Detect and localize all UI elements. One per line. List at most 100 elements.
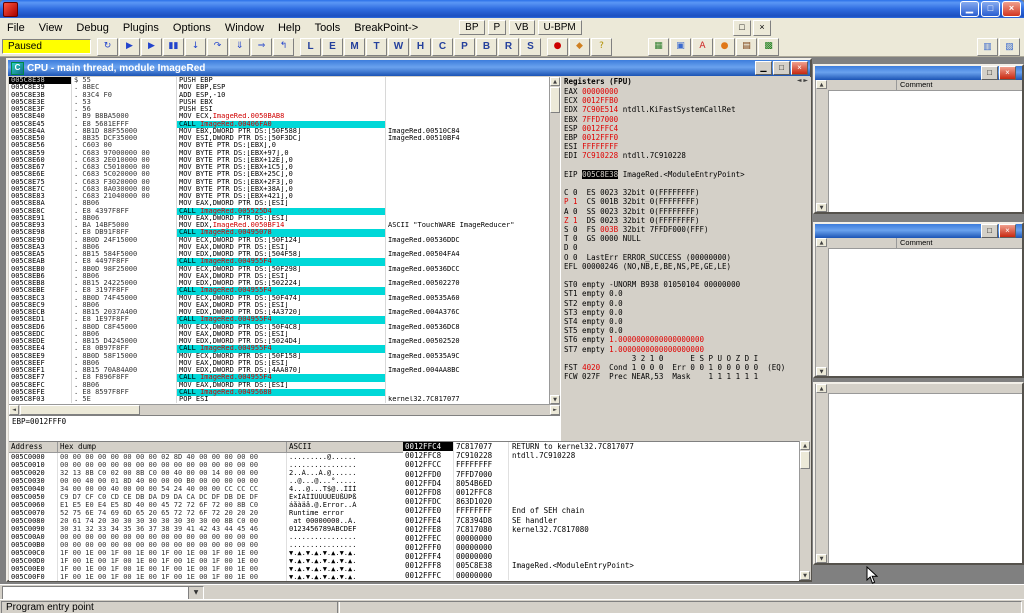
disasm-row[interactable]: 005C8E67. C683 C5010000 00MOV BYTE PTR D… — [9, 164, 549, 171]
register-line[interactable]: C 0 ES 0023 32bit 0(FFFFFFFF) — [561, 188, 811, 197]
disasm-row[interactable]: 005C8EB6. 8B06MOV EAX,DWORD PTR DS:[ESI] — [9, 273, 549, 280]
scroll-down-icon[interactable]: ▼ — [816, 554, 827, 563]
window-close-button[interactable]: × — [999, 224, 1016, 238]
dump-row[interactable]: 005C000000 00 00 00 00 00 00 00 02 8D 40… — [9, 453, 403, 461]
window-restore-button[interactable]: □ — [981, 66, 998, 80]
registers-pane[interactable]: Registers (FPU) ◄ ► EAX 00000000ECX 0012… — [560, 77, 811, 441]
dump-pane[interactable]: Address Hex dump ASCII 005C000000 00 00 … — [9, 441, 404, 581]
windows-icon[interactable]: ▣ — [670, 38, 691, 56]
appearance-icon[interactable]: ◆ — [569, 38, 590, 56]
stack-row[interactable]: 0012FFF000000000 — [403, 543, 799, 552]
scroll-up-icon[interactable]: ▲ — [550, 77, 560, 86]
stack-scrollbar[interactable]: ▲ ▼ — [799, 441, 811, 580]
disasm-row[interactable]: 005C8EE4. E8 0B97F8FFCALL ImageRed.00495… — [9, 345, 549, 352]
assembler-icon[interactable]: A — [692, 38, 713, 56]
menu-file[interactable]: File — [0, 20, 32, 36]
maximize-button[interactable]: □ — [981, 1, 1000, 17]
window-scrollbar[interactable]: ▲ ▼ — [815, 238, 829, 376]
menu-button-vb[interactable]: VB — [509, 20, 534, 35]
panel-button-h[interactable]: H — [410, 38, 431, 56]
menu-view[interactable]: View — [32, 20, 70, 36]
disasm-row[interactable]: 005C8E59. C683 97000000 00MOV BYTE PTR D… — [9, 150, 549, 157]
register-line[interactable]: ESI FFFFFFFF — [561, 142, 811, 151]
dump-row[interactable]: 005C007052 75 6E 74 69 6D 65 20 65 72 72… — [9, 509, 403, 517]
dump-row[interactable]: 005C004034 00 00 00 40 00 00 00 54 24 40… — [9, 485, 403, 493]
scroll-up-icon[interactable]: ▲ — [816, 384, 827, 393]
dump-row[interactable]: 005C00F01F 00 1E 00 1F 00 1E 00 1F 00 1E… — [9, 573, 403, 581]
stack-row[interactable]: 0012FFEC00000000 — [403, 534, 799, 543]
tile-windows-icon[interactable]: ▥ — [977, 38, 998, 56]
disasm-row[interactable]: 005C8EC3. 8B0D 74F45000MOV ECX,DWORD PTR… — [9, 295, 549, 302]
disasm-row[interactable]: 005C8E4A. 8B1D 88F55000MOV EBX,DWORD PTR… — [9, 128, 549, 135]
panel-button-r[interactable]: R — [498, 38, 519, 56]
disasm-row[interactable]: 005C8ECB. 8B15 2037A400MOV EDX,DWORD PTR… — [9, 309, 549, 316]
disasm-row[interactable]: 005C8E93. BA 14BF5000MOV EDX,ImageRed.00… — [9, 222, 549, 229]
menu-plugins[interactable]: Plugins — [116, 20, 166, 36]
register-line[interactable]: ST6 empty 1.0000000000000000000 — [561, 335, 811, 344]
stack-row[interactable]: 0012FFE0FFFFFFFFEnd of SEH chain — [403, 506, 799, 515]
scroll-right-icon[interactable]: ► — [550, 405, 560, 415]
panel-button-l[interactable]: L — [300, 38, 321, 56]
disasm-row[interactable]: 005C8E50. 8B35 DCF35000MOV ESI,DWORD PTR… — [9, 135, 549, 142]
disasm-row[interactable]: 005C8E39. 8BECMOV EBP,ESP — [9, 84, 549, 91]
disasm-row[interactable]: 005C8F03. 5EPOP ESIkernel32.7C817077 — [9, 396, 549, 403]
breakpoint-icon[interactable]: ● — [547, 38, 568, 56]
menu-button-bp[interactable]: BP — [459, 20, 484, 35]
register-line[interactable]: EDI 7C910228 ntdll.7C910228 — [561, 151, 811, 160]
cascade-windows-icon[interactable]: ▨ — [999, 38, 1020, 56]
window-scrollbar[interactable]: ▲ ▼ — [815, 80, 829, 212]
panel-button-w[interactable]: W — [388, 38, 409, 56]
panel-button-e[interactable]: E — [322, 38, 343, 56]
menu-help[interactable]: Help — [271, 20, 308, 36]
register-line[interactable] — [561, 179, 811, 188]
disasm-row[interactable]: 005C8E56. C603 00MOV BYTE PTR DS:[EBX],0 — [9, 142, 549, 149]
disasm-row[interactable]: 005C8E8A. 8B06MOV EAX,DWORD PTR DS:[ESI] — [9, 200, 549, 207]
trace-over-icon[interactable]: ⇒ — [251, 38, 272, 56]
dump-row[interactable]: 005C001000 00 00 00 00 00 00 00 00 00 00… — [9, 461, 403, 469]
register-line[interactable]: A 0 SS 0023 32bit 0(FFFFFFFF) — [561, 207, 811, 216]
stack-row[interactable]: 0012FFF8005C8E38ImageRed.<ModuleEntryPoi… — [403, 561, 799, 570]
mdi-close-button[interactable]: × — [753, 20, 771, 36]
dump-row[interactable]: 005C00E01F 00 1E 00 1F 00 1E 00 1F 00 1E… — [9, 565, 403, 573]
disasm-row[interactable]: 005C8EDC. 8B06MOV EAX,DWORD PTR DS:[ESI] — [9, 331, 549, 338]
scroll-up-icon[interactable]: ▲ — [816, 80, 827, 89]
hscroll-thumb[interactable] — [20, 405, 140, 415]
dump-row[interactable]: 005C00D01F 00 1E 00 1F 00 1E 00 1F 00 1E… — [9, 557, 403, 565]
dump-row[interactable]: 005C0060E1 E5 E0 E4 E5 8D 40 00 45 72 72… — [9, 501, 403, 509]
register-line[interactable]: EBX 7FFD7000 — [561, 115, 811, 124]
register-line[interactable]: D 0 — [561, 243, 811, 252]
panel-button-t[interactable]: T — [366, 38, 387, 56]
disasm-row[interactable]: 005C8E83. C683 21040000 00MOV BYTE PTR D… — [9, 193, 549, 200]
disasm-row[interactable]: 005C8E7C. C683 8A030000 00MOV BYTE PTR D… — [9, 186, 549, 193]
register-line[interactable]: EBP 0012FFF0 — [561, 133, 811, 142]
menu-debug[interactable]: Debug — [69, 20, 115, 36]
disasm-row[interactable]: 005C8E38$ 55PUSH EBP — [9, 77, 549, 84]
cpu-close-button[interactable]: × — [791, 61, 808, 75]
register-line[interactable]: ECX 0012FFB0 — [561, 96, 811, 105]
register-line[interactable]: Z 1 DS 0023 32bit 0(FFFFFFFF) — [561, 216, 811, 225]
disasm-row[interactable]: 005C8EC9. 8B06MOV EAX,DWORD PTR DS:[ESI] — [9, 302, 549, 309]
run-thread-icon[interactable]: ▶ — [141, 38, 162, 56]
stack-row[interactable]: 0012FFF400000000 — [403, 552, 799, 561]
close-button[interactable]: × — [1002, 1, 1021, 17]
stack-row[interactable]: 0012FFFC00000000 — [403, 571, 799, 580]
background-window-body[interactable]: ▲ ▼ — [815, 384, 1022, 563]
cpu-restore-button[interactable]: □ — [773, 61, 790, 75]
register-line[interactable]: EIP 005C8E38 ImageRed.<ModuleEntryPoint> — [561, 170, 811, 179]
menu-window[interactable]: Window — [218, 20, 271, 36]
cpu-window-titlebar[interactable]: C CPU - main thread, module ImageRed ▁ □… — [8, 60, 810, 76]
menu-breakpoint[interactable]: BreakPoint-> — [347, 20, 425, 36]
scroll-down-icon[interactable]: ▼ — [800, 571, 810, 580]
register-line[interactable]: EAX 00000000 — [561, 87, 811, 96]
comment-window-2-titlebar[interactable]: □ × — [815, 224, 1022, 238]
register-line[interactable]: ST4 empty 0.0 — [561, 317, 811, 326]
disasm-row[interactable]: 005C8ED1. E8 1E97F8FFCALL ImageRed.00495… — [9, 316, 549, 323]
scroll-down-icon[interactable]: ▼ — [816, 203, 827, 212]
register-line[interactable]: ST5 empty 0.0 — [561, 326, 811, 335]
stack-row[interactable]: 0012FFE87C817080kernel32.7C817080 — [403, 525, 799, 534]
disasm-row[interactable]: 005C8E6E. C683 5C020000 00MOV BYTE PTR D… — [9, 171, 549, 178]
register-line[interactable]: P 1 CS 001B 32bit 0(FFFFFFFF) — [561, 197, 811, 206]
panel-button-c[interactable]: C — [432, 38, 453, 56]
dump-row[interactable]: 005C003000 00 40 00 01 8D 40 00 00 00 B0… — [9, 477, 403, 485]
disasm-row[interactable]: 005C8E3B. 83C4 F0ADD ESP,-10 — [9, 92, 549, 99]
